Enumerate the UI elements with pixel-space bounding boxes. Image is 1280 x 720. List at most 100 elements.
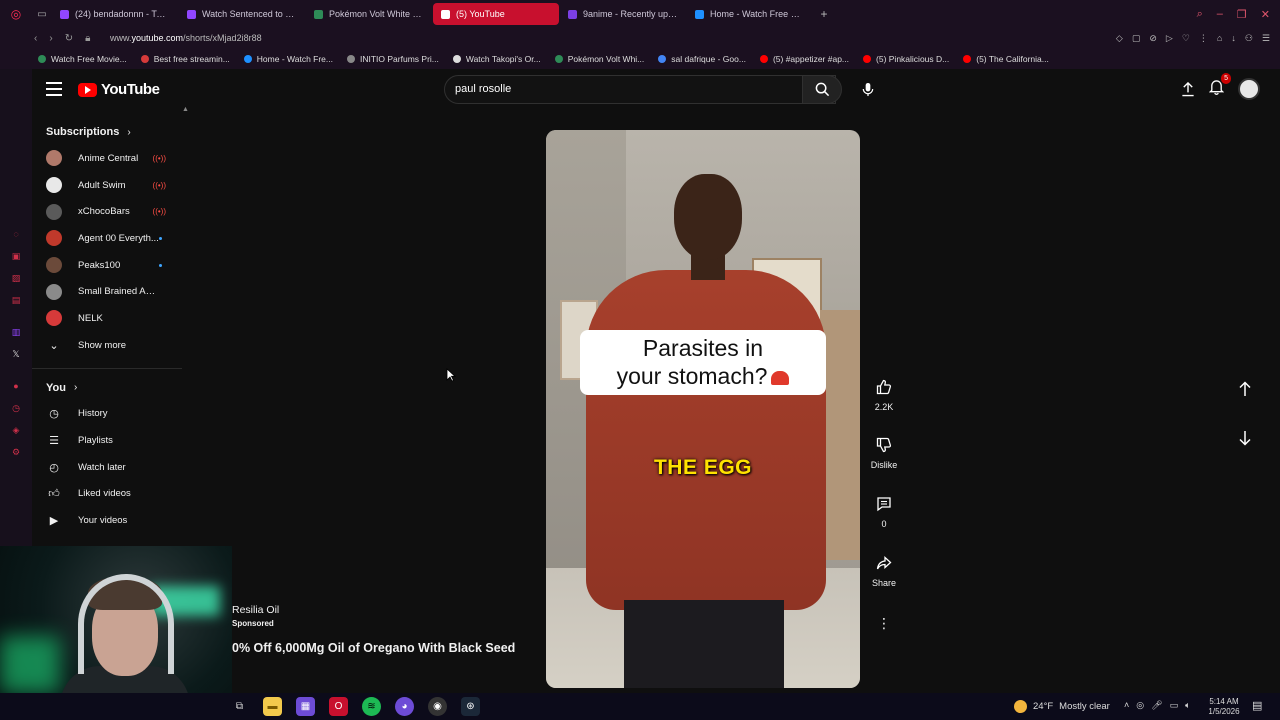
steam-taskbar-icon[interactable]: ⊛ — [461, 697, 480, 716]
menu-dots-icon[interactable]: ⋮ — [1199, 33, 1208, 44]
sidebar-scroll-up-icon[interactable]: ▲ — [182, 106, 189, 113]
messenger-icon[interactable]: ▤ — [11, 295, 21, 305]
minimize-icon[interactable]: – — [1217, 8, 1223, 21]
tray-app-icon[interactable]: ◎ — [1136, 700, 1144, 711]
subscriptions-header[interactable]: Subscriptions › — [32, 119, 182, 145]
snapshot-icon[interactable]: ▢ — [1132, 33, 1141, 44]
search-button[interactable] — [802, 75, 842, 104]
tab-youtube[interactable]: (5) YouTube — [433, 3, 559, 25]
bookmark-item[interactable]: Watch Takopi's Or... — [452, 54, 541, 64]
tab-9anime[interactable]: 9anime - Recently updated — [560, 3, 686, 25]
discord-taskbar-icon[interactable]: ◕ — [395, 697, 414, 716]
close-window-icon[interactable]: ✕ — [1261, 8, 1270, 21]
reload-icon[interactable]: ↻ — [65, 33, 73, 44]
file-explorer-icon[interactable]: ▬ — [263, 697, 282, 716]
heart-icon[interactable]: ♡ — [1182, 33, 1190, 44]
bookmark-item[interactable]: Watch Free Movie... — [38, 54, 127, 64]
tab-twitch[interactable]: (24) bendadonnn - Twitch — [52, 3, 178, 25]
bookmark-item[interactable]: (5) The California... — [963, 54, 1049, 64]
download-icon[interactable]: ↓ — [1231, 33, 1236, 44]
extensions-rail-icon[interactable]: ◈ — [11, 425, 21, 435]
maximize-icon[interactable]: ❐ — [1237, 8, 1247, 21]
forward-icon[interactable]: › — [49, 33, 52, 44]
workspaces-icon[interactable]: ▭ — [32, 9, 52, 20]
speaker-icon[interactable] — [441, 9, 450, 19]
bookmark-item[interactable]: Best free streamin... — [140, 54, 230, 64]
ad-headline[interactable]: 0% Off 6,000Mg Oil of Oregano With Black… — [232, 641, 532, 655]
shorts-video-player[interactable]: Parasites in your stomach? THE EGG — [546, 130, 860, 688]
sidebar-item-watch-later[interactable]: ◴ Watch later — [32, 454, 182, 481]
search-tabs-icon[interactable]: ⌕ — [1197, 8, 1203, 21]
more-options-button[interactable]: ⋮ — [864, 614, 904, 632]
extension-icon[interactable]: ◇ — [1116, 33, 1123, 44]
account-avatar[interactable] — [1238, 78, 1260, 100]
ad-advertiser[interactable]: Resilia Oil — [232, 604, 532, 616]
previous-short-button[interactable] — [1236, 381, 1254, 400]
tray-mic-icon[interactable]: 🎤︎ — [1151, 700, 1162, 711]
bookmark-item[interactable]: INITIO Parfums Pri... — [347, 54, 439, 64]
wallet-icon[interactable]: ⌂ — [1217, 33, 1222, 44]
sidebar-channel-xchocobars[interactable]: xChocoBars ((•)) — [32, 198, 182, 225]
you-header[interactable]: You › — [32, 375, 182, 401]
share-button[interactable]: Share — [864, 554, 904, 588]
sidebar-channel-nelk[interactable]: NELK — [32, 305, 182, 332]
sponsored-ad[interactable]: Resilia Oil Sponsored 0% Off 6,000Mg Oil… — [232, 604, 532, 655]
back-icon[interactable]: ‹ — [34, 33, 37, 44]
new-tab-icon[interactable]: + — [814, 7, 834, 21]
voice-search-button[interactable] — [855, 77, 880, 102]
dislike-button[interactable]: Dislike — [864, 436, 904, 470]
sidebar-item-history[interactable]: ◷ History — [32, 401, 182, 428]
sidebar-channel-peaks100[interactable]: Peaks100 — [32, 252, 182, 279]
bag-icon[interactable]: ▣ — [11, 251, 21, 261]
opera-logo-icon[interactable]: ◎ — [0, 7, 32, 21]
ai-icon[interactable]: ⚇ — [1245, 33, 1253, 44]
sidebar-item-liked-videos[interactable]: 👍︎ Liked videos — [32, 481, 182, 508]
upload-icon[interactable] — [1181, 81, 1195, 97]
tab-pokemon[interactable]: Pokémon Volt White 2 Redux — [306, 3, 432, 25]
notification-center-icon[interactable]: ▤ — [1252, 699, 1262, 712]
aria-icon[interactable]: ◌ — [11, 229, 21, 239]
tab-home-watch[interactable]: Home - Watch Free Movies — [687, 3, 813, 25]
weather-widget[interactable]: 24°F Mostly clear — [1014, 700, 1110, 713]
comments-button[interactable]: 0 — [864, 495, 904, 529]
sidebar-channel-adult-swim[interactable]: Adult Swim ((•)) — [32, 172, 182, 199]
bookmark-item[interactable]: (5) Pinkalicious D... — [863, 54, 949, 64]
sidebar-channel-small-brained[interactable]: Small Brained Ame... — [32, 278, 182, 305]
clock[interactable]: 5:14 AM 1/5/2026 — [1206, 697, 1242, 717]
twitch-icon[interactable]: ▥ — [11, 327, 21, 337]
like-button[interactable]: 2.2K — [864, 378, 904, 412]
bookmark-item[interactable]: Home - Watch Fre... — [243, 54, 333, 64]
opera-taskbar-icon[interactable]: O — [329, 697, 348, 716]
bookmark-item[interactable]: (5) #appetizer #ap... — [759, 54, 849, 64]
tray-chevron-icon[interactable]: ˄ — [1124, 700, 1129, 711]
network-icon[interactable]: ▭ — [1170, 700, 1179, 711]
settings-icon[interactable]: ⚙ — [11, 447, 21, 457]
easy-setup-icon[interactable]: ☰ — [1262, 33, 1270, 44]
sidebar-item-playlists[interactable]: ☰ Playlists — [32, 427, 182, 454]
bookmark-item[interactable]: sal dafrique - Goo... — [658, 54, 746, 64]
x-icon[interactable]: 𝕏 — [11, 349, 21, 359]
spotify-icon[interactable]: ● — [11, 381, 21, 391]
next-short-button[interactable] — [1236, 430, 1254, 449]
url-field[interactable]: www.youtube.com/shorts/xMjad2i8r88 — [110, 33, 262, 43]
notifications-button[interactable]: 5 — [1208, 72, 1231, 100]
hamburger-menu-icon[interactable] — [46, 82, 62, 96]
search-input[interactable] — [455, 83, 755, 95]
volume-icon[interactable]: 🔈︎ — [1185, 700, 1190, 711]
youtube-logo[interactable]: YouTube — [78, 81, 160, 98]
sidebar-item-your-videos[interactable]: ▶ Your videos — [32, 507, 182, 534]
bookmark-item[interactable]: Pokémon Volt Whi... — [554, 54, 644, 64]
show-more-button[interactable]: ⌄ Show more — [32, 332, 182, 359]
store-icon[interactable]: ▦ — [296, 697, 315, 716]
adblock-icon[interactable]: ⊘ — [1149, 33, 1157, 44]
sidebar-channel-anime-central[interactable]: Anime Central ((•)) — [32, 145, 182, 172]
spotify-taskbar-icon[interactable]: ≋ — [362, 697, 381, 716]
flow-icon[interactable]: ▨ — [11, 273, 21, 283]
sidebar-channel-agent-00[interactable]: Agent 00 Everyth... — [32, 225, 182, 252]
tab-watch-sentenced[interactable]: Watch Sentenced to Be a Hero — [179, 3, 305, 25]
player-icon[interactable]: ▷ — [1166, 33, 1173, 44]
obs-taskbar-icon[interactable]: ◉ — [428, 697, 447, 716]
task-view-icon[interactable]: ⧉ — [230, 697, 249, 716]
subscriptions-label: Subscriptions — [46, 126, 120, 138]
history-rail-icon[interactable]: ◷ — [11, 403, 21, 413]
